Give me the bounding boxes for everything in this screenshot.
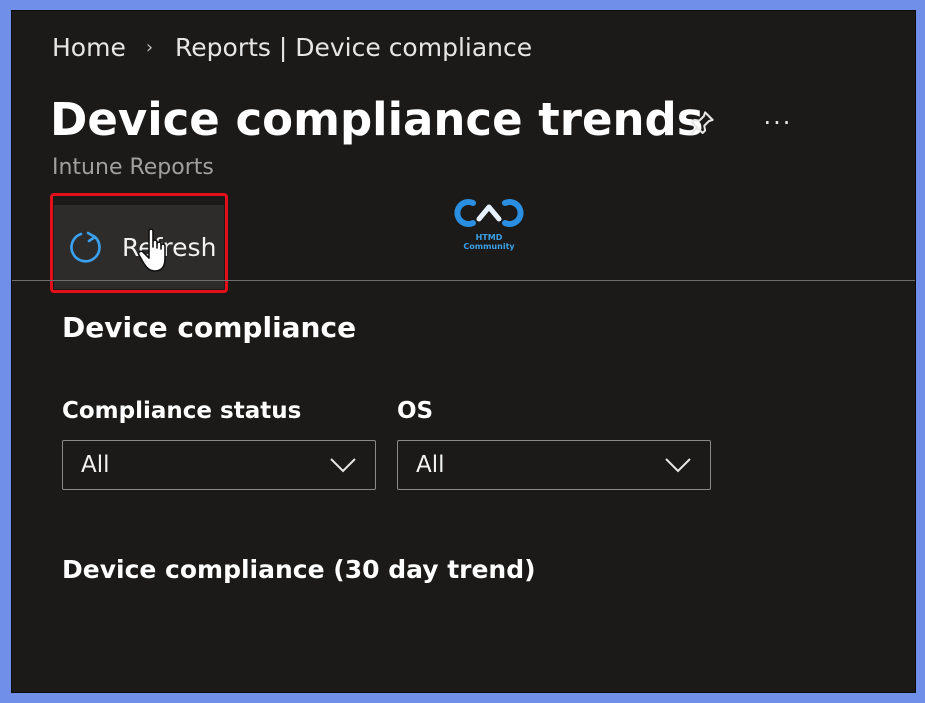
- os-dropdown[interactable]: All: [397, 440, 711, 490]
- os-label: OS: [397, 398, 434, 424]
- toolbar-divider: [12, 280, 915, 281]
- more-options-button[interactable]: ···: [760, 105, 796, 141]
- breadcrumb: Home › Reports | Device compliance: [52, 33, 532, 62]
- breadcrumb-home-link[interactable]: Home: [52, 33, 126, 62]
- portal-window: Home › Reports | Device compliance Devic…: [11, 10, 916, 693]
- htmd-logo-mark-icon: [454, 199, 524, 227]
- title-actions: ···: [684, 105, 796, 141]
- chevron-down-icon: [330, 458, 356, 473]
- section-title: Device compliance: [62, 311, 357, 344]
- compliance-status-dropdown[interactable]: All: [62, 440, 376, 490]
- breadcrumb-reports-link[interactable]: Reports | Device compliance: [175, 33, 532, 62]
- os-value: All: [416, 452, 445, 478]
- compliance-status-label: Compliance status: [62, 398, 302, 424]
- pin-icon: [690, 111, 714, 135]
- compliance-status-value: All: [81, 452, 110, 478]
- page-subtitle: Intune Reports: [52, 155, 214, 180]
- htmd-logo-text: HTMD Community: [463, 233, 515, 251]
- more-icon: ···: [763, 109, 793, 137]
- htmd-logo: HTMD Community: [449, 195, 529, 251]
- trend-chart-title: Device compliance (30 day trend): [62, 555, 536, 584]
- hand-cursor-icon: [137, 228, 166, 272]
- pin-button[interactable]: [684, 105, 720, 141]
- page-title: Device compliance trends: [50, 93, 704, 146]
- chevron-right-icon: ›: [145, 37, 154, 58]
- chevron-down-icon: [665, 458, 691, 473]
